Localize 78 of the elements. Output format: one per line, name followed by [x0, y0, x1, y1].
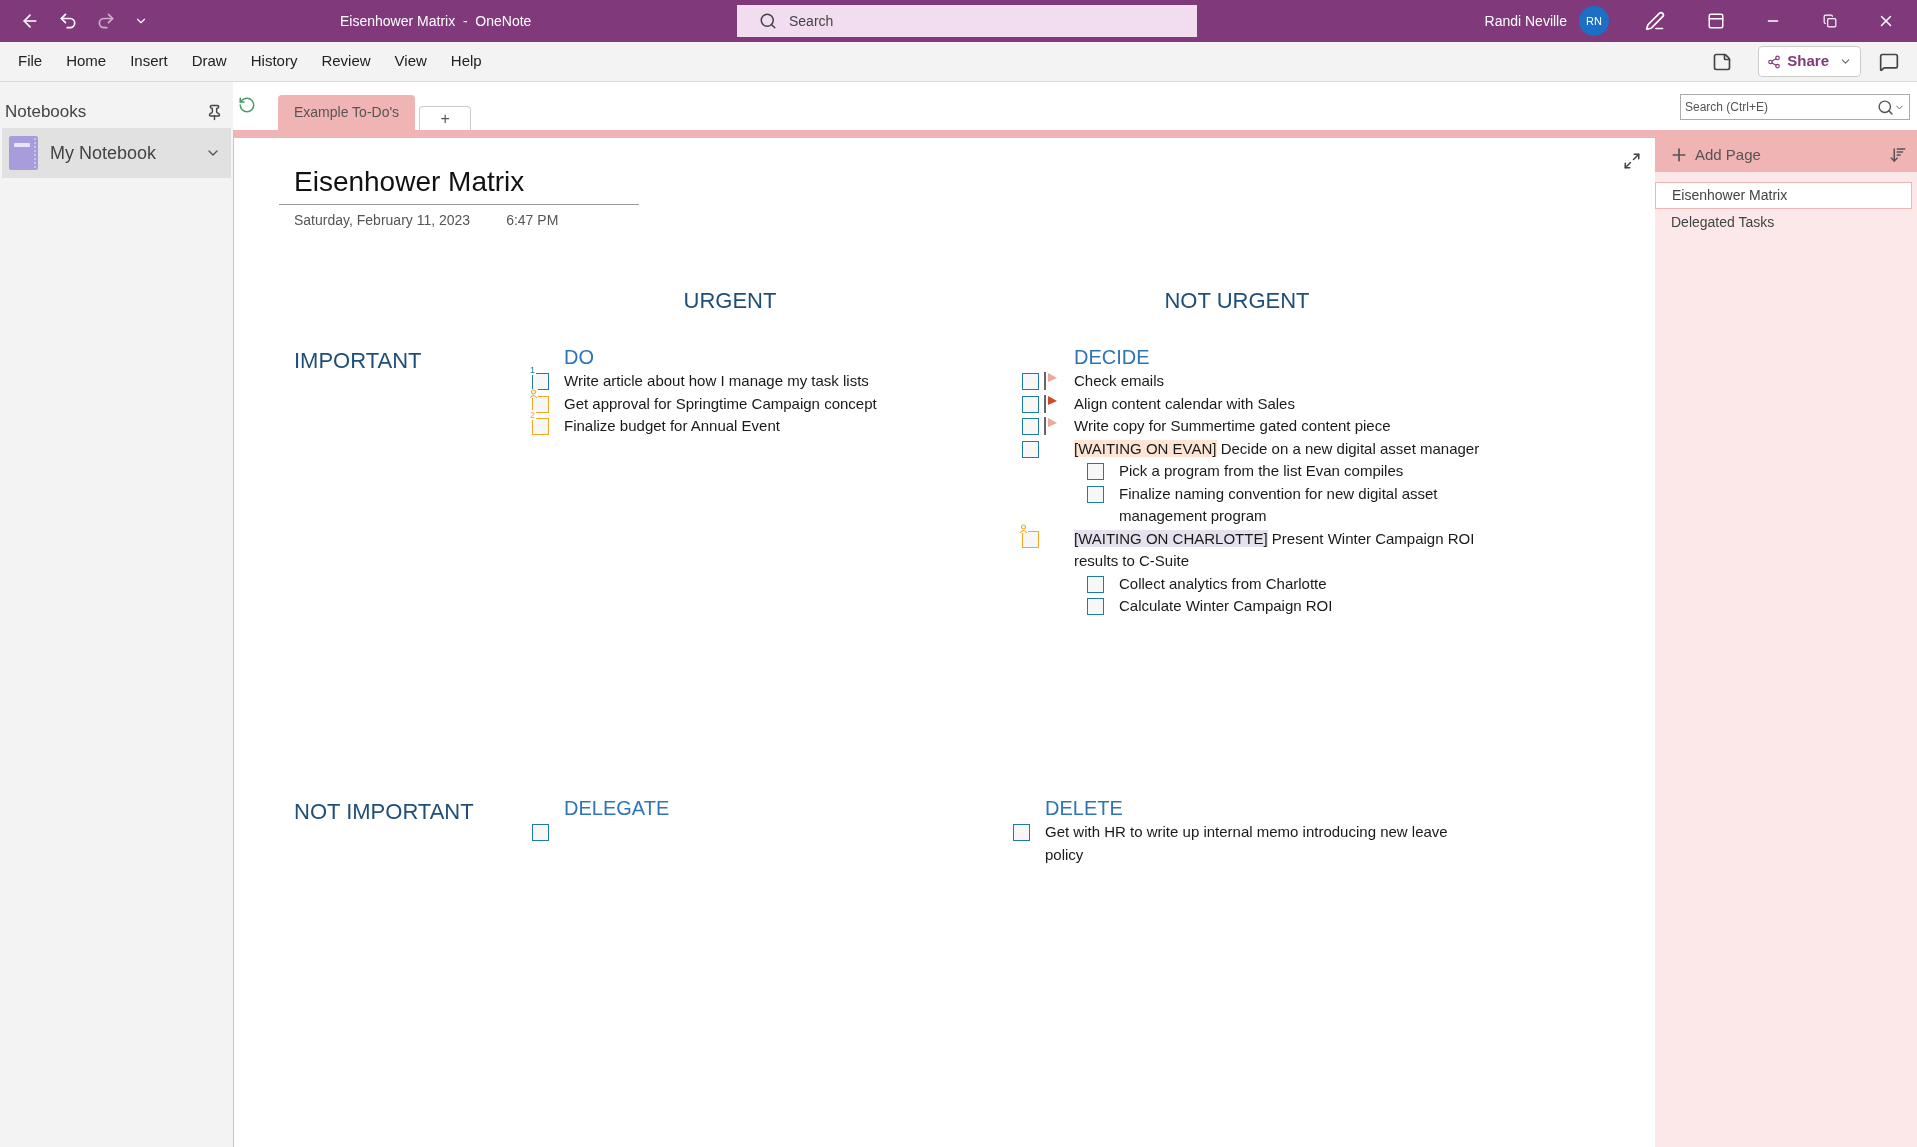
search-field[interactable]: Search [737, 5, 1197, 37]
comments-icon[interactable] [1879, 51, 1899, 72]
task-text: Finalize naming convention for new digital asset management program [1119, 483, 1439, 526]
quadrant-heading: DELEGATE [563, 796, 671, 821]
row-header: IMPORTANT [294, 347, 422, 375]
window-title: Eisenhower Matrix - OneNote [340, 11, 533, 31]
quadrant-heading: DO [563, 345, 595, 370]
search-icon [759, 12, 777, 30]
user-name: Randi Neville [1484, 11, 1567, 31]
page-date: Saturday, February 11, 2023 [294, 211, 471, 230]
task-checkbox[interactable] [1087, 485, 1104, 503]
sort-icon[interactable] [1889, 146, 1907, 164]
pen-icon[interactable] [1645, 11, 1665, 31]
notebook-name: My Notebook [50, 141, 158, 165]
redo-icon[interactable] [96, 11, 116, 31]
page-list-item[interactable]: Delegated Tasks [1655, 209, 1917, 236]
menu-tab[interactable]: File [6, 50, 55, 73]
task-text: Check emails [1074, 371, 1165, 391]
notebook-icon [8, 135, 40, 171]
task-checkbox[interactable] [532, 373, 549, 390]
expand-icon[interactable] [1623, 152, 1641, 170]
notes-icon[interactable] [1712, 51, 1733, 72]
task-text: Write copy for Summertime gated content piece [1074, 416, 1391, 436]
share-button[interactable]: Share [1758, 46, 1861, 77]
page-list-item[interactable]: Eisenhower Matrix [1655, 182, 1912, 209]
menu-tab[interactable]: History [238, 50, 310, 73]
sync-icon[interactable] [238, 96, 256, 114]
priority-tag: 2 [529, 410, 536, 420]
task-text: Get approval for Springtime Campaign concept [564, 393, 877, 414]
task-checkbox[interactable] [1013, 824, 1030, 841]
task-text: Finalize budget for Annual Event [564, 416, 780, 436]
task-checkbox[interactable] [1022, 530, 1039, 548]
task-checkbox[interactable] [1022, 440, 1039, 458]
task-checkbox[interactable] [1087, 598, 1104, 615]
task-text: Calculate Winter Campaign ROI [1119, 596, 1333, 616]
task-checkbox[interactable] [1087, 463, 1104, 480]
undo-icon[interactable] [58, 11, 78, 31]
sidebar-heading: Notebooks [5, 101, 87, 124]
menu-tab[interactable]: Draw [179, 50, 239, 73]
menu-tab[interactable]: Home [54, 50, 119, 73]
task-text: Write article about how I manage my task lists [564, 371, 869, 391]
task-text: Pick a program from the list Evan compiles [1119, 461, 1404, 481]
task-checkbox[interactable] [1087, 575, 1104, 593]
notebook-item[interactable]: My Notebook [2, 128, 231, 178]
task-checkbox[interactable] [532, 824, 549, 841]
menu-tab[interactable]: Insert [118, 50, 180, 73]
task-checkbox[interactable] [1022, 373, 1039, 390]
share-icon [1767, 54, 1782, 69]
page-time: 6:47 PM [506, 211, 559, 230]
task-text: Get with HR to write up internal memo introducing new leave policy [1045, 822, 1449, 865]
search-icon [1877, 98, 1894, 116]
task-text: Collect analytics from Charlotte [1119, 573, 1327, 594]
task-text: [WAITING ON CHARLOTTE] Present Winter Campaign ROI results to C-Suite [1074, 528, 1476, 571]
task-checkbox[interactable] [1022, 418, 1039, 435]
menu-tab[interactable]: Review [309, 50, 383, 73]
add-page-button[interactable]: Add Page [1655, 138, 1917, 172]
search-placeholder: Search [789, 11, 834, 31]
task-text: Align content calendar with Sales [1074, 393, 1295, 414]
quadrant-heading: DECIDE [1073, 345, 1151, 370]
task-checkbox[interactable] [1022, 395, 1039, 413]
task-checkbox[interactable] [532, 418, 549, 435]
person-icon [1019, 523, 1028, 533]
person-icon [529, 388, 538, 398]
user-avatar[interactable]: RN [1579, 6, 1609, 36]
menu-tab[interactable]: Help [438, 50, 494, 73]
page-search-field[interactable]: Search (Ctrl+E) [1680, 94, 1910, 120]
priority-tag: 1 [529, 365, 536, 375]
page-title: Eisenhower Matrix [294, 165, 526, 199]
column-header: URGENT [683, 287, 777, 315]
ribbon-display-icon[interactable] [1707, 12, 1725, 30]
quadrant-heading: DELETE [1044, 796, 1124, 821]
task-text: [WAITING ON EVAN] Decide on a new digital asset manager [1074, 438, 1480, 459]
menu-tab[interactable]: View [382, 50, 439, 73]
row-header: NOT IMPORTANT [294, 798, 474, 826]
section-tab[interactable]: Example To-Do's [278, 95, 416, 130]
pin-icon[interactable] [206, 103, 223, 121]
column-header: NOT URGENT [1164, 287, 1310, 315]
restore-icon[interactable] [1823, 14, 1837, 28]
